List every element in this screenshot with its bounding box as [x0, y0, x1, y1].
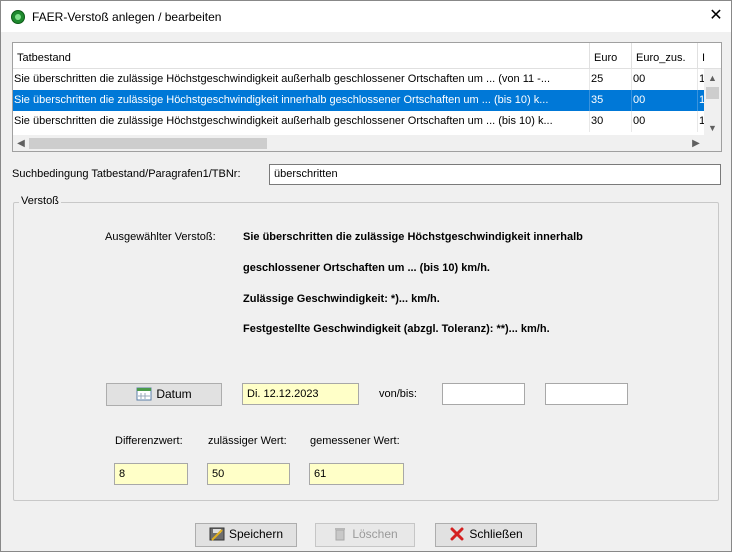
- horizontal-scrollbar[interactable]: ◀ ▶: [13, 135, 721, 151]
- zulaessiger-wert-input[interactable]: 50: [207, 463, 290, 485]
- title-bar: FAER-Verstoß anlegen / bearbeiten ✕: [1, 1, 731, 32]
- horizontal-scroll-thumb[interactable]: [29, 138, 267, 149]
- violation-description-line-1: Sie überschritten die zulässige Höchstge…: [243, 231, 583, 243]
- scroll-down-icon[interactable]: ▼: [704, 121, 721, 135]
- close-button[interactable]: Schließen: [435, 523, 537, 547]
- cell-euro: 30: [590, 111, 632, 132]
- column-header-tatbestand[interactable]: Tatbestand: [13, 43, 590, 69]
- column-header-extra[interactable]: I: [698, 43, 718, 69]
- save-button[interactable]: Speichern: [195, 523, 297, 547]
- delete-button-label: Löschen: [352, 527, 398, 541]
- datum-button[interactable]: Datum: [106, 383, 222, 406]
- violation-description-line-4: Festgestellte Geschwindigkeit (abzgl. To…: [243, 323, 550, 335]
- zulaessiger-wert-label: zulässiger Wert:: [208, 435, 287, 447]
- cell-euro-zus: 00: [632, 111, 698, 132]
- differenzwert-input[interactable]: 8: [114, 463, 188, 485]
- dialog-window: FAER-Verstoß anlegen / bearbeiten ✕ Tatb…: [0, 0, 732, 552]
- vertical-scrollbar[interactable]: ▲ ▼: [704, 69, 721, 137]
- search-input[interactable]: überschritten: [269, 164, 721, 185]
- save-button-label: Speichern: [228, 527, 284, 541]
- von-input[interactable]: [442, 383, 525, 405]
- differenzwert-label: Differenzwert:: [115, 435, 183, 447]
- cell-euro: 25: [590, 69, 632, 90]
- close-window-button[interactable]: ✕: [701, 4, 731, 28]
- violation-description-line-3: Zulässige Geschwindigkeit: *)... km/h.: [243, 293, 440, 305]
- vertical-scroll-thumb[interactable]: [706, 87, 719, 99]
- cell-tatbestand: Sie überschritten die zulässige Höchstge…: [13, 69, 590, 90]
- datum-button-label: Datum: [156, 387, 192, 401]
- von-bis-label: von/bis:: [379, 388, 417, 400]
- grid-header: Tatbestand Euro Euro_zus. I: [13, 43, 721, 69]
- table-row-selected[interactable]: Sie überschritten die zulässige Höchstge…: [13, 90, 705, 111]
- delete-button[interactable]: Löschen: [315, 523, 415, 547]
- verstoss-group: [13, 202, 719, 501]
- scroll-left-icon[interactable]: ◀: [14, 135, 28, 151]
- scroll-right-icon[interactable]: ▶: [689, 135, 703, 151]
- cell-euro: 35: [590, 90, 632, 111]
- cell-tatbestand: Sie überschritten die zulässige Höchstge…: [13, 90, 590, 111]
- tatbestand-grid[interactable]: Tatbestand Euro Euro_zus. I Sie überschr…: [12, 42, 722, 152]
- close-red-x-icon: [449, 527, 465, 541]
- gemessener-wert-input[interactable]: 61: [309, 463, 404, 485]
- gemessener-wert-label: gemessener Wert:: [310, 435, 400, 447]
- bis-input[interactable]: [545, 383, 628, 405]
- search-label: Suchbedingung Tatbestand/Paragrafen1/TBN…: [12, 168, 241, 180]
- cell-tatbestand: Sie überschritten die zulässige Höchstge…: [13, 111, 590, 132]
- app-icon: [11, 10, 25, 24]
- window-title: FAER-Verstoß anlegen / bearbeiten: [32, 10, 222, 24]
- cell-euro-zus: 00: [632, 69, 698, 90]
- datum-input[interactable]: Di. 12.12.2023: [242, 383, 359, 405]
- selected-violation-label: Ausgewählter Verstoß:: [105, 231, 216, 243]
- column-header-euro-zus[interactable]: Euro_zus.: [632, 43, 698, 69]
- table-row[interactable]: Sie überschritten die zulässige Höchstge…: [13, 111, 705, 132]
- column-header-euro[interactable]: Euro: [590, 43, 632, 69]
- trash-icon: [332, 527, 348, 541]
- verstoss-group-legend: Verstoß: [19, 195, 61, 207]
- violation-description-line-2: geschlossener Ortschaften um ... (bis 10…: [243, 262, 490, 274]
- table-row[interactable]: Sie überschritten die zulässige Höchstge…: [13, 69, 705, 90]
- close-button-label: Schließen: [469, 527, 523, 541]
- calendar-icon: [136, 387, 152, 401]
- save-icon: [209, 527, 225, 541]
- cell-euro-zus: 00: [632, 90, 698, 111]
- scroll-up-icon[interactable]: ▲: [704, 71, 721, 85]
